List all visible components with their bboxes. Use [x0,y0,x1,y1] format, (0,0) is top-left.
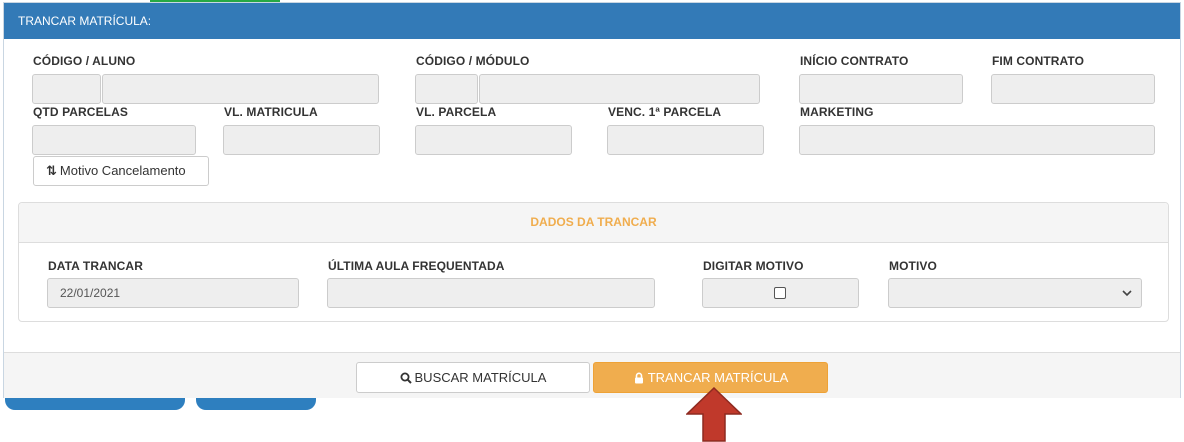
codigo-modulo-code-input[interactable] [415,74,478,104]
codigo-aluno-name-input[interactable] [102,74,379,104]
dados-trancar-section: DADOS DA TRANCAR DATA TRANCAR 22/01/2021… [18,202,1169,322]
fim-contrato-label: FIM CONTRATO [992,54,1085,68]
ultima-aula-input[interactable] [327,278,655,308]
vl-parcela-input[interactable] [415,125,572,155]
digitar-motivo-box [702,278,859,308]
data-trancar-input[interactable]: 22/01/2021 [47,278,299,308]
data-trancar-label: DATA TRANCAR [48,259,143,273]
buscar-matricula-label: BUSCAR MATRÍCULA [414,370,547,385]
buscar-matricula-button[interactable]: BUSCAR MATRÍCULA [356,362,590,393]
motivo-label: MOTIVO [889,259,937,273]
panel-footer: BUSCAR MATRÍCULA TRANCAR MATRÍCULA [4,352,1180,398]
inicio-contrato-label: INÍCIO CONTRATO [800,54,909,68]
lock-icon [634,372,643,384]
qtd-parcelas-label: QTD PARCELAS [33,105,128,119]
trancar-matricula-label: TRANCAR MATRÍCULA [647,370,789,385]
chevron-down-icon [1122,290,1132,297]
venc-parcela-input[interactable] [607,125,764,155]
codigo-aluno-code-input[interactable] [32,74,101,104]
trancar-matricula-panel: TRANCAR MATRÍCULA: CÓDIGO / ALUNO CÓDIGO… [3,2,1181,398]
codigo-modulo-label: CÓDIGO / MÓDULO [416,54,530,68]
digitar-motivo-label: DIGITAR MOTIVO [703,259,804,273]
motivo-cancelamento-label: Motivo Cancelamento [59,163,186,178]
background-tab [196,396,316,410]
search-icon [400,372,412,384]
panel-title: TRANCAR MATRÍCULA: [4,3,1180,39]
vl-matricula-input[interactable] [223,125,380,155]
marketing-label: MARKETING [800,105,874,119]
background-tab [5,396,185,410]
sort-arrows-icon: ⇅ [46,163,57,178]
annotation-arrow-up-icon [686,387,742,442]
motivo-select[interactable] [888,278,1142,308]
ultima-aula-label: ÚLTIMA AULA FREQUENTADA [328,259,505,273]
digitar-motivo-checkbox[interactable] [774,287,786,299]
vl-parcela-label: VL. PARCELA [416,105,497,119]
venc-parcela-label: VENC. 1ª PARCELA [608,105,722,119]
dados-trancar-title: DADOS DA TRANCAR [19,203,1168,243]
marketing-input[interactable] [799,125,1155,155]
qtd-parcelas-input[interactable] [32,125,196,155]
codigo-aluno-label: CÓDIGO / ALUNO [33,54,136,68]
vl-matricula-label: VL. MATRICULA [224,105,318,119]
inicio-contrato-input[interactable] [799,74,963,104]
codigo-modulo-name-input[interactable] [479,74,760,104]
motivo-cancelamento-button[interactable]: ⇅ Motivo Cancelamento [33,156,209,186]
fim-contrato-input[interactable] [991,74,1155,104]
